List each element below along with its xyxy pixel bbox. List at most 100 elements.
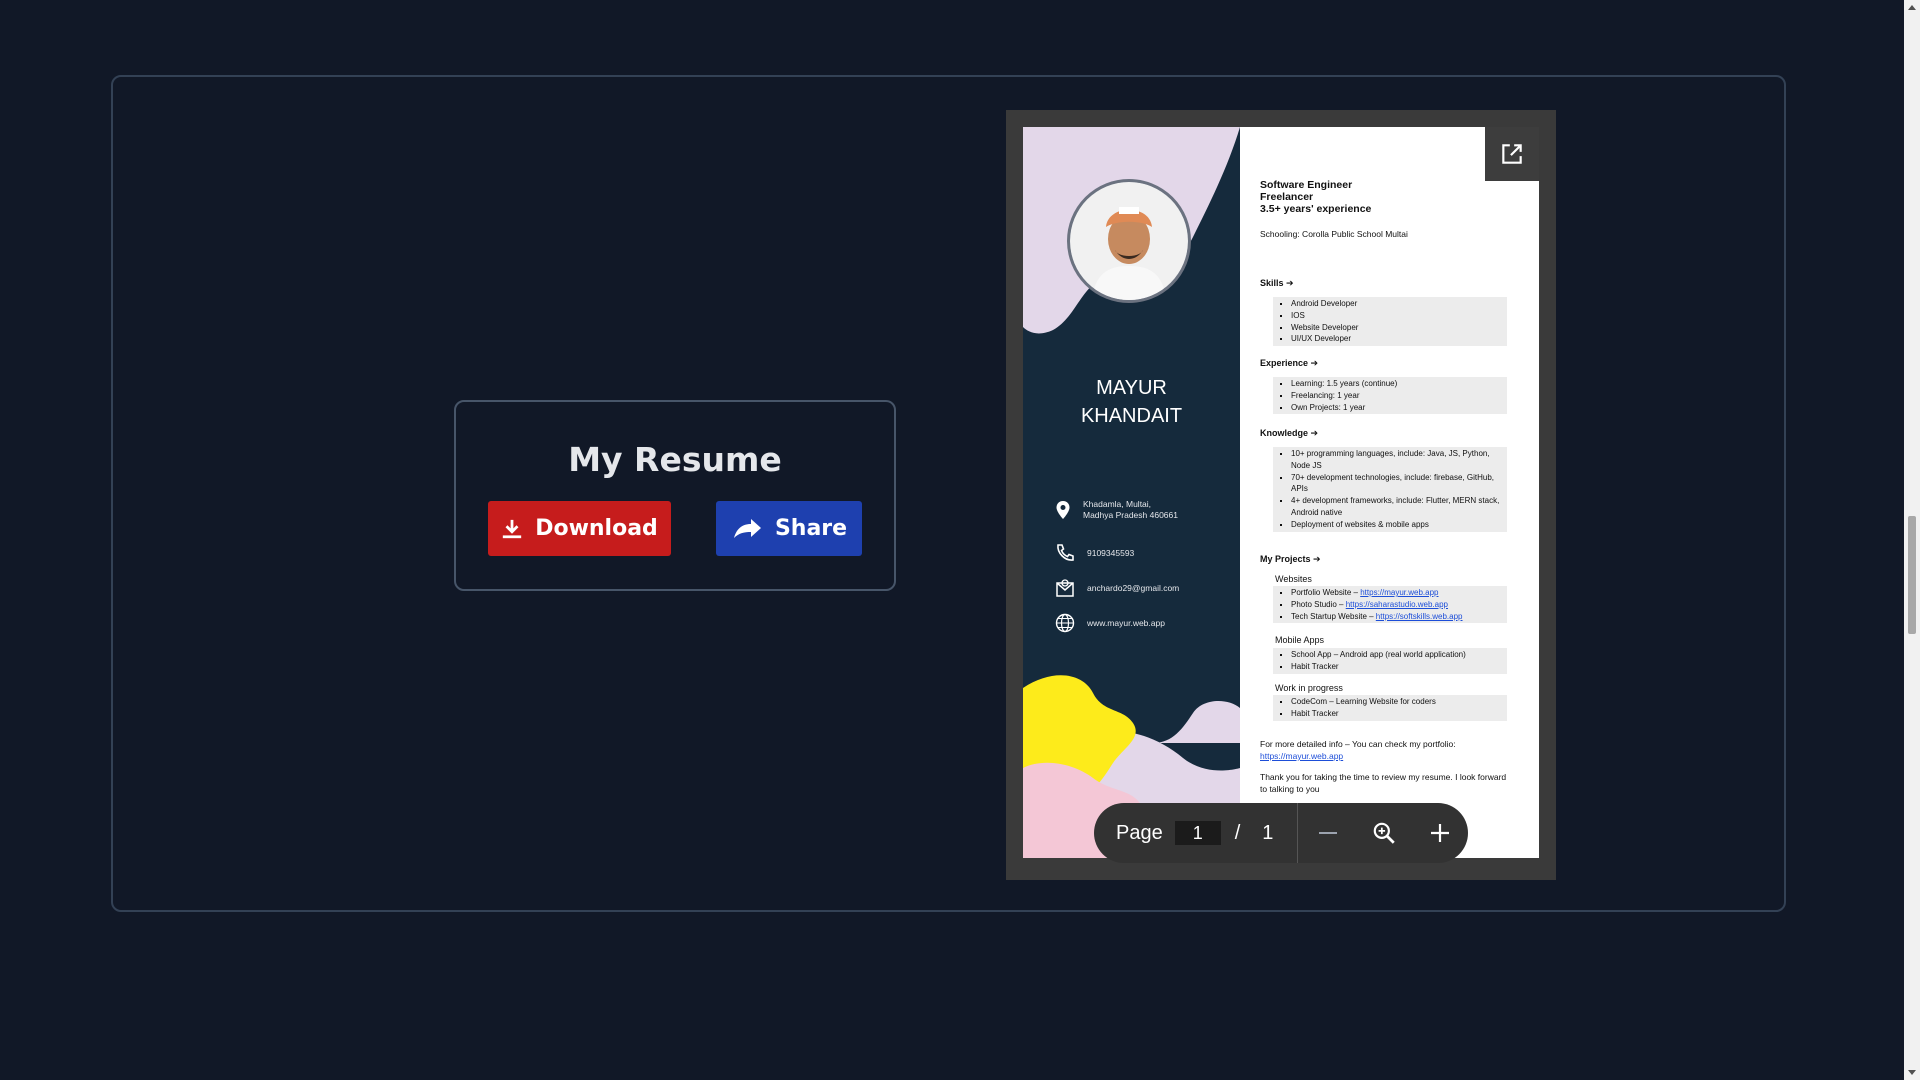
projects-title: My Projects	[1260, 554, 1311, 564]
arrow-right-icon: ➔	[1313, 554, 1321, 564]
page-separator: /	[1234, 821, 1241, 844]
share-icon	[733, 518, 761, 538]
knowledge-list: 10+ programming languages, include: Java…	[1273, 447, 1507, 532]
name-line-2: KHANDAIT	[1080, 405, 1183, 427]
project-label: Tech Startup Website –	[1291, 611, 1376, 621]
share-label: Share	[774, 516, 848, 541]
experience-heading: Experience ➔	[1260, 358, 1318, 369]
download-label: Download	[535, 516, 658, 541]
download-icon	[503, 519, 522, 538]
page-number-input[interactable]	[1174, 821, 1221, 845]
list-item: Portfolio Website – https://mayur.web.ap…	[1291, 587, 1507, 599]
resume-title: My Resume	[568, 440, 782, 479]
scroll-up-arrow-icon[interactable]	[1908, 5, 1916, 10]
pdf-page: MAYUR KHANDAIT Khadamla, Multai, Madhya …	[1023, 127, 1539, 858]
profile-photo	[1067, 179, 1191, 303]
more-info-line: For more detailed info – You can check m…	[1260, 739, 1456, 749]
page-scrollbar[interactable]	[1904, 0, 1920, 1080]
projects-heading: My Projects ➔	[1260, 554, 1321, 565]
list-item: 70+ development technologies, include: f…	[1291, 472, 1507, 496]
schooling: Schooling: Corolla Public School Multai	[1260, 229, 1408, 239]
website-text: www.mayur.web.app	[1087, 617, 1165, 628]
project-label: Photo Studio –	[1291, 599, 1346, 609]
contact-website: www.mayur.web.app	[1055, 613, 1165, 633]
role-2: Freelancer	[1260, 191, 1314, 203]
list-item: School App – Android app (real world app…	[1291, 649, 1507, 661]
mobile-apps-subheading: Mobile Apps	[1275, 635, 1325, 645]
list-item: UI/UX Developer	[1291, 333, 1507, 345]
list-item: Habit Tracker	[1291, 661, 1507, 673]
knowledge-title: Knowledge	[1260, 428, 1309, 438]
list-item: CodeCom – Learning Website for coders	[1291, 696, 1507, 708]
resume-header: Software Engineer Freelancer 3.5+ years'…	[1260, 179, 1371, 215]
list-item: Tech Startup Website – https://softskill…	[1291, 611, 1507, 623]
person-avatar-icon	[1070, 182, 1188, 300]
name-line-1: MAYUR	[1096, 377, 1167, 399]
skills-title: Skills	[1260, 278, 1284, 288]
scroll-down-arrow-icon[interactable]	[1908, 1070, 1916, 1075]
websites-subheading: Websites	[1275, 574, 1312, 584]
skills-heading: Skills ➔	[1260, 278, 1294, 289]
open-in-new-button[interactable]	[1485, 127, 1539, 181]
project-label: Portfolio Website –	[1291, 588, 1361, 597]
contact-phone: 9109345593	[1055, 543, 1134, 563]
list-item: 4+ development frameworks, include: Flut…	[1291, 495, 1507, 519]
list-item: Photo Studio – https://saharastudio.web.…	[1291, 599, 1507, 611]
mobile-apps-list: School App – Android app (real world app…	[1273, 648, 1507, 674]
total-pages: 1	[1262, 821, 1274, 844]
email-icon	[1056, 579, 1074, 597]
list-item: Android Developer	[1291, 298, 1507, 310]
role-1: Software Engineer	[1260, 179, 1353, 191]
address-line-1: Khadamla, Multai,	[1083, 499, 1152, 509]
list-item: IOS	[1291, 310, 1507, 322]
experience-list: Learning: 1.5 years (continue) Freelanci…	[1273, 377, 1507, 415]
experience-title: Experience	[1260, 358, 1309, 368]
open-external-icon	[1502, 144, 1522, 164]
wip-subheading: Work in progress	[1275, 683, 1343, 693]
phone-text: 9109345593	[1087, 547, 1135, 558]
share-button[interactable]: Share	[716, 501, 862, 556]
email-text: anchardo29@gmail.com	[1087, 582, 1180, 593]
list-item: 10+ programming languages, include: Java…	[1291, 448, 1507, 472]
scrollbar-thumb[interactable]	[1908, 516, 1916, 634]
contact-address: Khadamla, Multai, Madhya Pradesh 460661	[1055, 499, 1178, 521]
phone-icon	[1057, 544, 1074, 561]
address-line-2: Madhya Pradesh 460661	[1083, 510, 1178, 520]
globe-icon	[1055, 613, 1075, 633]
arrow-right-icon: ➔	[1286, 278, 1294, 288]
pdf-toolbar: Page / 1	[1094, 803, 1468, 863]
page-label: Page	[1116, 821, 1163, 844]
plus-icon	[1431, 824, 1450, 842]
websites-list: Portfolio Website – https://mayur.web.ap…	[1273, 586, 1507, 624]
location-pin-icon	[1056, 501, 1070, 519]
download-button[interactable]: Download	[488, 501, 671, 556]
project-link[interactable]: https://saharastudio.web.app	[1346, 600, 1448, 609]
resume-main-content: Software Engineer Freelancer 3.5+ years'…	[1260, 127, 1530, 858]
skills-list: Android Developer IOS Website Developer …	[1273, 297, 1507, 347]
project-link[interactable]: https://mayur.web.app	[1360, 588, 1438, 597]
resume-sidebar: MAYUR KHANDAIT Khadamla, Multai, Madhya …	[1023, 127, 1240, 858]
more-info-text: For more detailed info – You can check m…	[1260, 738, 1510, 762]
list-item: Website Developer	[1291, 322, 1507, 334]
project-link[interactable]: https://softskills.web.app	[1376, 612, 1463, 621]
magnifier-icon	[1373, 822, 1395, 844]
knowledge-heading: Knowledge ➔	[1260, 428, 1318, 439]
minus-icon	[1319, 832, 1338, 834]
thanks-text: Thank you for taking the time to review …	[1260, 772, 1507, 794]
list-item: Habit Tracker	[1291, 708, 1507, 720]
list-item: Deployment of websites & mobile apps	[1291, 519, 1507, 531]
toolbar-divider	[1297, 803, 1299, 863]
portfolio-link[interactable]: https://mayur.web.app	[1260, 750, 1510, 762]
wip-list: CodeCom – Learning Website for coders Ha…	[1273, 695, 1507, 721]
fit-zoom-button[interactable]	[1356, 803, 1412, 863]
zoom-in-button[interactable]	[1412, 803, 1468, 863]
resume-actions-card: My Resume Download Share	[454, 400, 896, 591]
experience-years: 3.5+ years' experience	[1260, 203, 1372, 215]
resume-name: MAYUR KHANDAIT	[1023, 374, 1240, 430]
arrow-right-icon: ➔	[1310, 358, 1319, 368]
arrow-right-icon: ➔	[1310, 428, 1319, 438]
zoom-out-button[interactable]	[1300, 803, 1356, 863]
list-item: Own Projects: 1 year	[1291, 402, 1507, 414]
contact-email: anchardo29@gmail.com	[1055, 578, 1179, 598]
list-item: Freelancing: 1 year	[1291, 390, 1507, 402]
